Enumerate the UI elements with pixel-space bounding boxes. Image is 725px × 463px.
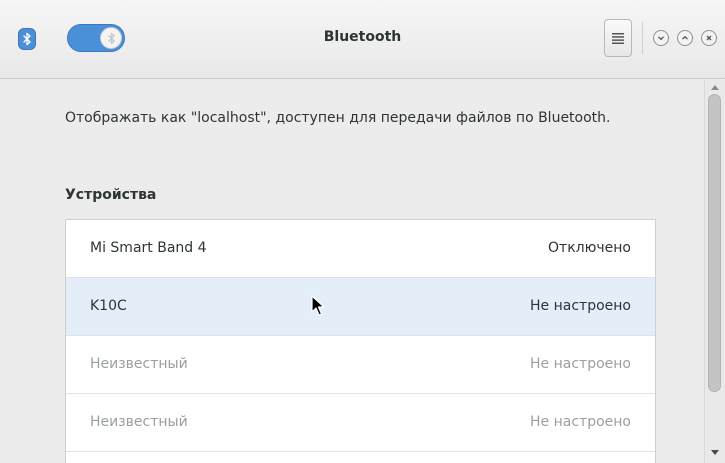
devices-section-title: Устройства [65, 187, 157, 203]
main-content: Отображать как "localhost", доступен для… [0, 80, 703, 463]
device-list: Mi Smart Band 4 Отключено K10C Не настро… [65, 219, 656, 463]
header-separator [642, 22, 643, 54]
device-row[interactable]: Неизвестный Не настроено [66, 336, 655, 394]
menu-button[interactable] [604, 19, 632, 57]
device-name: Mi Smart Band 4 [90, 240, 207, 256]
device-row[interactable]: Mi Smart Band 4 Отключено [66, 220, 655, 278]
header-bar: Bluetooth [0, 0, 725, 79]
vertical-scrollbar[interactable] [704, 80, 725, 463]
device-row[interactable]: Неизвестный Не настроено [66, 394, 655, 452]
close-button[interactable] [701, 30, 717, 46]
device-status: Не настроено [530, 298, 631, 314]
device-status: Не настроено [530, 356, 631, 372]
visibility-description: Отображать как "localhost", доступен для… [65, 110, 611, 126]
maximize-icon [682, 35, 688, 40]
close-icon [706, 35, 712, 41]
device-name: K10C [90, 298, 127, 314]
maximize-button[interactable] [677, 30, 693, 46]
device-status: Отключено [548, 240, 631, 256]
scroll-down-icon[interactable] [711, 450, 719, 455]
device-name: Неизвестный [90, 356, 188, 372]
scrollbar-thumb[interactable] [708, 94, 721, 392]
device-name: Неизвестный [90, 414, 188, 430]
scroll-up-icon[interactable] [711, 85, 719, 90]
minimize-button[interactable] [653, 30, 669, 46]
hamburger-menu-icon [612, 32, 624, 44]
mouse-pointer-icon [311, 295, 325, 316]
minimize-icon [658, 36, 664, 41]
device-status: Не настроено [530, 414, 631, 430]
device-row[interactable]: K10C Не настроено [66, 278, 655, 336]
